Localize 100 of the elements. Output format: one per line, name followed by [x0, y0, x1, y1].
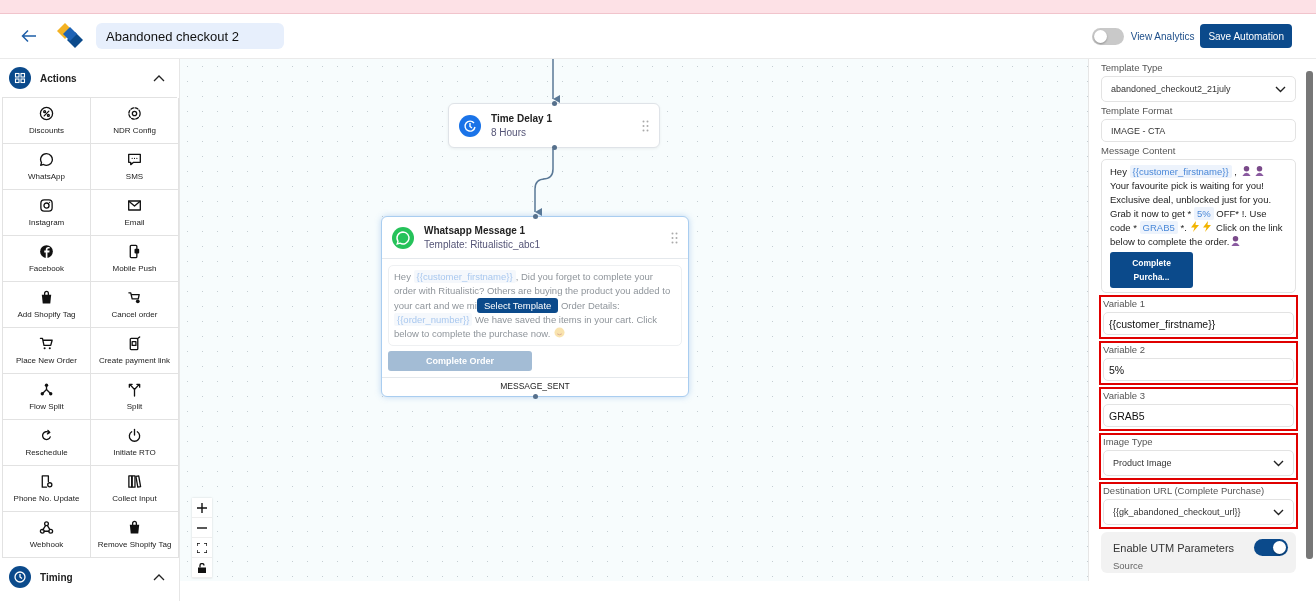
chevron-icon	[1273, 459, 1284, 467]
flow-node[interactable]: Time Delay 1 8 Hours	[448, 103, 660, 148]
emoji-icon	[1230, 235, 1242, 246]
shopping-bag-icon	[39, 290, 54, 305]
chevron-icon	[1275, 85, 1286, 93]
zoom-out-button[interactable]	[192, 518, 212, 538]
field-label: Template Type	[1101, 62, 1164, 73]
books-icon	[127, 474, 142, 489]
lightning-icon	[1190, 221, 1201, 232]
arrow-left-icon	[21, 29, 37, 43]
complete-purchase-button[interactable]: Complete Purcha...	[1110, 252, 1193, 288]
lock-button[interactable]	[192, 558, 212, 578]
node-title: Whatsapp Message 1	[424, 225, 527, 236]
field-label: Template Format	[1101, 105, 1174, 116]
split-icon	[127, 382, 142, 397]
connection-handle[interactable]	[532, 394, 538, 399]
action-tile[interactable]: NDR Config	[91, 98, 179, 144]
fit-view-button[interactable]	[192, 538, 212, 558]
variable-chip: {{customer_firstname}}	[413, 270, 516, 283]
camera-icon	[39, 198, 54, 213]
scrollbar[interactable]	[1306, 71, 1313, 559]
analytics-toggle[interactable]	[1091, 27, 1124, 45]
percent-icon	[39, 106, 54, 121]
action-tile[interactable]: Split	[91, 374, 179, 420]
gear-icon	[127, 106, 142, 121]
action-tile[interactable]: Webhook	[3, 512, 91, 558]
field-label: Variable 3	[1103, 390, 1147, 401]
input-field[interactable]: IMAGE - CTA	[1101, 119, 1296, 142]
action-tile[interactable]: Place New Order	[3, 328, 91, 374]
action-tile[interactable]: Create payment link	[91, 328, 179, 374]
drag-handle-icon[interactable]	[671, 231, 678, 244]
emoji-icon	[1240, 165, 1252, 176]
message-icon	[127, 152, 142, 167]
phone-icon	[127, 336, 142, 351]
input-field[interactable]: 5%	[1103, 358, 1294, 381]
variable-chip: GRAB5	[1139, 221, 1178, 234]
action-tile[interactable]: Collect Input	[91, 466, 179, 512]
variable-chip: {{customer_firstname}}	[1129, 165, 1232, 178]
action-tile[interactable]: Phone No. Update	[3, 466, 91, 512]
clock-icon	[459, 114, 481, 137]
action-tile[interactable]: Mobile Push	[91, 236, 179, 282]
hierarchy-icon	[39, 382, 54, 397]
input-field[interactable]: {{customer_firstname}}	[1103, 312, 1294, 335]
lock-icon	[197, 562, 207, 573]
chat-bubble-icon	[392, 226, 414, 249]
action-tile[interactable]: Instagram	[3, 190, 91, 236]
action-tile[interactable]: Email	[91, 190, 179, 236]
utm-toggle[interactable]	[1254, 539, 1288, 556]
message-text: Hey {{customer_firstname}} , Your favourite pick is waiting for you! Exclusive deal, unblocked just for you. Grab it now to get * 5% OFF* !. Use code * GRAB5 *. Click on the link below to complete the order.	[1110, 165, 1284, 249]
message-preview: Hey {{customer_firstname}} , Did you forget to complete your order with Ritualistic? Others are buying the product you added to your cart and we mi Select Template Order Details: {{order_number}} We have saved the items in your cart. Click below to complete the purchase now.	[394, 270, 672, 341]
select-template-button[interactable]: Select Template	[476, 298, 559, 313]
field-label: Enable UTM Parameters	[1113, 541, 1235, 554]
select-field[interactable]: {{gk_abandoned_checkout_url}}	[1103, 499, 1294, 525]
input-field[interactable]: GRAB5	[1103, 404, 1294, 427]
power-icon	[127, 428, 142, 443]
action-tile[interactable]: Initiate RTO	[91, 420, 179, 466]
action-tile[interactable]: Add Shopify Tag	[3, 282, 91, 328]
connection-handle[interactable]	[551, 145, 557, 150]
action-tile[interactable]: Reschedule	[3, 420, 91, 466]
action-tile[interactable]: WhatsApp	[3, 144, 91, 190]
round-logo-icon	[39, 244, 54, 259]
action-tile[interactable]: Cancel order	[91, 282, 179, 328]
drag-handle-icon[interactable]	[642, 119, 649, 132]
section-icon	[9, 67, 31, 89]
chevron-icon	[1273, 508, 1284, 516]
action-tile[interactable]: Flow Split	[3, 374, 91, 420]
select-field[interactable]: Product Image	[1103, 450, 1294, 476]
action-tile[interactable]: Remove Shopify Tag	[91, 512, 179, 558]
flow-node[interactable]	[381, 216, 689, 397]
action-tile[interactable]: SMS	[91, 144, 179, 190]
variable-chip: {{order_number}}	[394, 313, 473, 326]
shopping-bag-icon	[127, 520, 142, 535]
cart-icon	[39, 336, 54, 351]
node-title: Time Delay 1	[491, 113, 553, 124]
zoom-in-button[interactable]	[192, 498, 212, 518]
section-icon	[9, 566, 31, 588]
node-subtitle: Template: Ritualistic_abc1	[424, 239, 542, 250]
expand-icon	[197, 542, 207, 553]
connection-handle[interactable]	[532, 214, 538, 219]
node-subtitle: 8 Hours	[491, 127, 527, 138]
save-automation-button[interactable]: Save Automation	[1200, 24, 1292, 48]
phone-icon	[127, 244, 142, 259]
emoji-icon	[1253, 165, 1265, 176]
redo-icon	[39, 428, 54, 443]
connection-handle[interactable]	[551, 101, 557, 106]
section-title: Actions	[40, 72, 78, 84]
plus-icon	[197, 502, 207, 513]
chevron-icon[interactable]	[153, 74, 165, 82]
chevron-icon[interactable]	[153, 573, 165, 581]
section-title: Timing	[40, 571, 74, 583]
action-tile[interactable]: Facebook	[3, 236, 91, 282]
node-status: MESSAGE_SENT	[382, 377, 688, 396]
variable-chip: 5%	[1193, 207, 1214, 220]
webhook-icon	[39, 520, 54, 535]
view-analytics-label[interactable]: View Analytics	[1130, 30, 1195, 42]
automation-name-field[interactable]: Abandoned checkout 2	[96, 23, 284, 49]
field-label: Message Content	[1101, 145, 1177, 156]
connector-line	[552, 59, 560, 103]
action-tile[interactable]: Discounts	[3, 98, 91, 144]
select-field[interactable]: abandoned_checkout2_21july	[1101, 76, 1296, 102]
